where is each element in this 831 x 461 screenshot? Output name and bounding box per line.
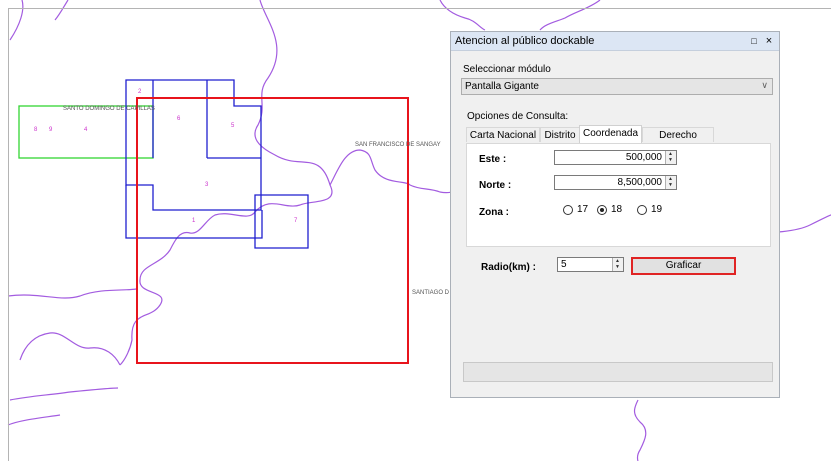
grid-number: 2 [138,89,142,95]
search-area-square [136,97,409,364]
grid-number: 6 [177,116,181,122]
este-value: 500,000 [625,152,662,163]
grid-number: 4 [84,127,88,133]
este-label: Este : [479,154,507,165]
map-label-santiago: SANTIAGO D [412,290,450,296]
status-bar [463,362,773,382]
tab-coordenada[interactable]: Coordenada [579,125,642,143]
map-label-san-francisco: SAN FRANCISCO DE SANGAY [355,142,441,148]
zona-label-17: 17 [577,204,589,215]
zona-label: Zona : [479,207,509,218]
tab-carta-nacional[interactable]: Carta Nacional [466,127,540,142]
map-label-santo-domingo: SANTO DOMINGO DE CAPILLAS [63,106,155,112]
este-spinner[interactable]: ▲ ▼ [665,151,676,164]
norte-input[interactable]: 8,500,000 ▲ ▼ [554,175,677,190]
norte-label: Norte : [479,180,512,191]
dock-title: Atencion al público dockable [455,35,595,47]
grid-number: 1 [192,218,196,224]
close-icon[interactable]: × [763,34,775,48]
options-label: Opciones de Consulta: [467,111,569,122]
radio-km-value: 5 [561,259,567,270]
zona-radio-18[interactable] [597,205,607,215]
grid-number: 8 [34,127,38,133]
grid-number: 5 [231,123,235,129]
este-input[interactable]: 500,000 ▲ ▼ [554,150,677,165]
dock-title-bar[interactable]: Atencion al público dockable □ × [451,32,779,51]
radio-km-spinner[interactable]: ▲ ▼ [612,258,623,271]
tab-derecho-minero[interactable]: Derecho Minero [642,127,714,156]
zona-radio-19[interactable] [637,205,647,215]
graficar-button[interactable]: Graficar [631,257,736,275]
module-select[interactable]: Pantalla Gigante ∨ [461,78,773,95]
radio-km-input[interactable]: 5 ▲ ▼ [557,257,624,272]
chevron-down-icon: ∨ [761,80,768,90]
atencion-dock-panel: Atencion al público dockable □ × Selecci… [450,31,780,398]
radio-km-label: Radio(km) : [481,262,536,273]
grid-number: 3 [205,182,209,188]
norte-value: 8,500,000 [617,177,663,188]
tab-distrito[interactable]: Distrito [540,127,580,142]
grid-number: 9 [49,127,53,133]
coordenada-tab-panel: Este : 500,000 ▲ ▼ Norte : 8,500,000 ▲ ▼ Z… [466,143,771,247]
zona-label-18: 18 [611,204,623,215]
module-select-value: Pantalla Gigante [465,81,539,92]
grid-number: 7 [294,218,298,224]
norte-spinner[interactable]: ▲ ▼ [665,176,676,189]
zona-radio-17[interactable] [563,205,573,215]
restore-icon[interactable]: □ [747,34,761,48]
module-label: Seleccionar módulo [463,64,551,75]
zona-label-19: 19 [651,204,663,215]
